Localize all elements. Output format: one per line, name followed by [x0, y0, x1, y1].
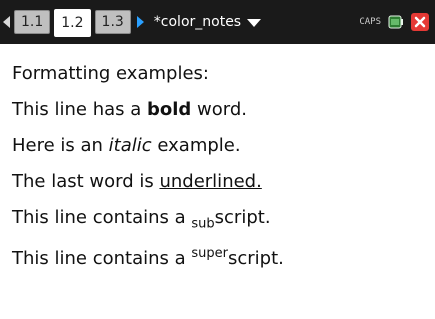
document-title[interactable]: *color_notes: [153, 14, 262, 30]
line-superscript: This line contains a superscript.: [12, 236, 425, 272]
superscript-text: super: [191, 246, 228, 261]
text: example.: [151, 135, 241, 156]
tab-label: 1.3: [101, 14, 124, 30]
chevron-right-icon[interactable]: [136, 16, 144, 28]
subscript-text: sub: [191, 216, 215, 232]
line-heading: Formatting examples:: [12, 56, 425, 92]
text: The last word is: [12, 171, 160, 192]
text: script.: [214, 207, 271, 228]
italic-text: italic: [108, 135, 152, 156]
tab-label: 1.1: [21, 14, 44, 30]
battery-icon: [387, 13, 405, 31]
close-icon[interactable]: [411, 13, 429, 31]
text: This line contains a: [12, 207, 192, 228]
status-icons: CAPS: [359, 13, 429, 31]
bold-text: bold: [147, 99, 192, 120]
heading-text: Formatting examples:: [12, 63, 209, 84]
line-bold: This line has a bold word.: [12, 92, 425, 128]
text: script.: [228, 248, 284, 269]
text: This line contains a: [12, 248, 192, 269]
underlined-text: underlined.: [159, 171, 262, 192]
text: Here is an: [12, 135, 109, 156]
chevron-down-icon: [247, 19, 262, 27]
tab-strip: 1.1 1.2 1.3 *color_notes CAPS: [0, 0, 435, 44]
tab-label: 1.2: [61, 15, 84, 31]
text: word.: [191, 99, 247, 120]
tab-1-3[interactable]: 1.3: [94, 10, 131, 34]
chevron-left-icon[interactable]: [3, 16, 10, 28]
tab-1-2[interactable]: 1.2: [54, 9, 91, 37]
caps-indicator: CAPS: [359, 17, 381, 27]
text: This line has a: [12, 99, 147, 120]
line-underline: The last word is underlined.: [12, 164, 425, 200]
document-title-text: *color_notes: [153, 14, 242, 30]
notes-editor[interactable]: Formatting examples: This line has a bol…: [0, 44, 435, 319]
line-italic: Here is an italic example.: [12, 128, 425, 164]
line-subscript: This line contains a subscript.: [12, 200, 425, 236]
tab-1-1[interactable]: 1.1: [14, 10, 51, 34]
